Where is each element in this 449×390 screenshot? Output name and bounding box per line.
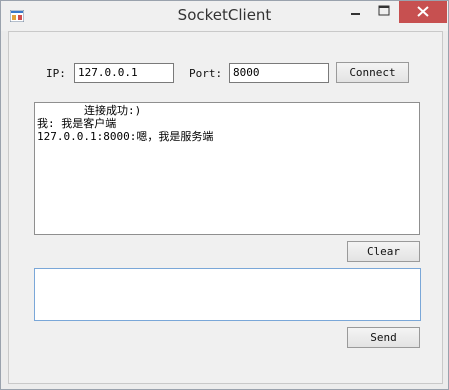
port-field[interactable]: 8000 — [229, 63, 329, 83]
maximize-icon — [378, 5, 390, 16]
ip-field[interactable]: 127.0.0.1 — [74, 63, 174, 83]
ip-label: IP: — [46, 67, 66, 80]
log-line: 我: 我是客户端 — [37, 117, 117, 130]
minimize-icon — [351, 13, 360, 15]
connect-button[interactable]: Connect — [336, 62, 409, 83]
log-line: 127.0.0.1:8000:嗯，我是服务端 — [37, 130, 214, 143]
title-bar[interactable]: SocketClient — [1, 1, 448, 31]
client-area: IP: 127.0.0.1 Port: 8000 Connect 连接成功:) … — [8, 31, 443, 384]
socket-client-window: SocketClient IP: 127.0.0.1 Port: 8000 Co… — [0, 0, 449, 390]
send-button[interactable]: Send — [347, 327, 420, 348]
log-line: 连接成功:) — [84, 104, 142, 117]
maximize-button[interactable] — [370, 1, 398, 23]
close-icon — [417, 6, 429, 17]
minimize-button[interactable] — [338, 1, 372, 23]
port-label: Port: — [189, 67, 223, 80]
message-log[interactable]: 连接成功:) 我: 我是客户端 127.0.0.1:8000:嗯，我是服务端 — [34, 102, 420, 235]
message-input[interactable] — [34, 268, 421, 321]
close-button[interactable] — [399, 1, 447, 23]
clear-button[interactable]: Clear — [347, 241, 420, 262]
